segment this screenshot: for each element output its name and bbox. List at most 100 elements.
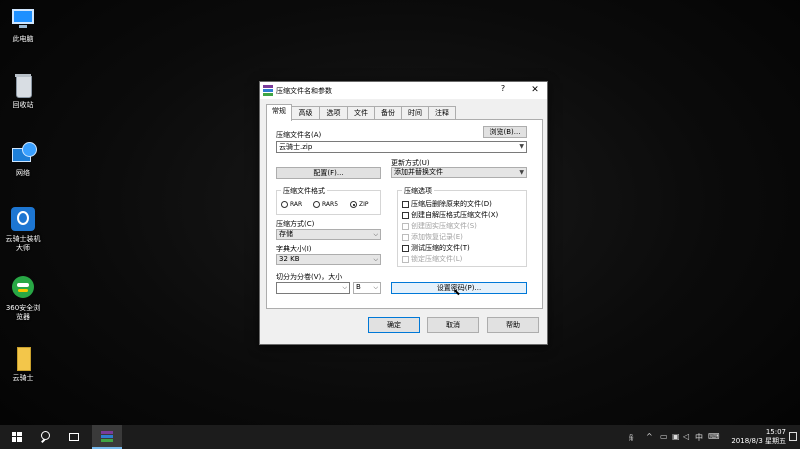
recycle-bin-icon xyxy=(10,72,36,98)
radio-label: RAR5 xyxy=(322,201,339,208)
computer-icon xyxy=(10,6,36,32)
desktop-icon-yunqishi-folder[interactable]: 云骑士 xyxy=(0,345,46,383)
option-label: 创建自解压格式压缩文件(X) xyxy=(411,211,499,219)
option-lock-archive: 锁定压缩文件(L) xyxy=(402,254,462,264)
desktop-icon-label: 回收站 xyxy=(12,101,34,109)
winrar-icon xyxy=(263,85,273,96)
split-volumes-label: 切分为分卷(V)，大小 xyxy=(276,273,343,281)
desktop-icon-recycle-bin[interactable]: 回收站 xyxy=(0,72,46,110)
yunqishi-installer-icon xyxy=(10,206,36,232)
notification-icon[interactable] xyxy=(789,432,797,441)
checkbox-icon xyxy=(402,222,409,230)
tab-backup[interactable]: 备份 xyxy=(374,106,402,120)
dialog-titlebar[interactable]: 压缩文件名和参数 ? ✕ xyxy=(260,82,547,99)
chevron-up-icon[interactable]: ^ xyxy=(646,432,653,441)
action-icon[interactable]: ▭ xyxy=(660,432,668,441)
desktop-icon-yunqishi-installer[interactable]: 云骑士装机大师 xyxy=(0,206,46,253)
option-label: 添加恢复记录(E) xyxy=(411,233,463,241)
desktop-icon-label: 云骑士 xyxy=(12,374,34,382)
chevron-down-icon: ⌵ xyxy=(373,231,378,238)
360-browser-icon xyxy=(10,275,36,301)
option-solid-archive: 创建固实压缩文件(S) xyxy=(402,221,477,231)
option-test-files[interactable]: 测试压缩的文件(T) xyxy=(402,243,470,253)
network-icon xyxy=(10,140,37,166)
tab-advanced[interactable]: 高级 xyxy=(291,106,320,120)
task-view-icon xyxy=(69,433,79,441)
tab-options[interactable]: 选项 xyxy=(319,106,348,120)
option-recovery-record: 添加恢复记录(E) xyxy=(402,232,463,242)
task-view-button[interactable] xyxy=(62,425,86,449)
radio-label: ZIP xyxy=(359,201,369,208)
chevron-down-icon: ⌵ xyxy=(342,284,347,291)
checkbox-icon xyxy=(402,244,409,252)
clock[interactable]: 15:07 2018/8/3 星期五 xyxy=(731,428,786,446)
dialog-title: 压缩文件名和参数 xyxy=(276,87,332,95)
compression-method-value: 存储 xyxy=(279,230,293,238)
split-unit-select[interactable]: B ⌵ xyxy=(353,282,381,294)
update-mode-select[interactable]: 添加并替换文件 ▼ xyxy=(391,167,527,178)
taskbar-app-winrar[interactable] xyxy=(92,425,122,449)
desktop-icon-label: 网络 xyxy=(16,169,30,177)
checkbox-icon xyxy=(402,233,409,241)
archive-format-group: 压缩文件格式 RAR RAR5 ZIP xyxy=(276,186,381,215)
option-label: 锁定压缩文件(L) xyxy=(411,255,463,263)
option-label: 创建固实压缩文件(S) xyxy=(411,222,477,230)
radio-icon xyxy=(281,201,288,208)
input-method-icon[interactable]: ⌨ xyxy=(708,432,720,441)
volume-icon[interactable]: ◁ xyxy=(683,432,689,441)
archive-name-input[interactable]: 云骑士.zip ▼ xyxy=(276,141,527,153)
help-title-button[interactable]: ? xyxy=(496,84,510,97)
desktop-icon-this-pc[interactable]: 此电脑 xyxy=(0,6,46,44)
cancel-button[interactable]: 取消 xyxy=(427,317,479,333)
chevron-down-icon: ⌵ xyxy=(373,284,378,291)
update-mode-value: 添加并替换文件 xyxy=(394,168,443,176)
option-delete-after[interactable]: 压缩后删除原来的文件(D) xyxy=(402,199,492,209)
split-unit-value: B xyxy=(356,283,361,291)
help-button[interactable]: 帮助 xyxy=(487,317,539,333)
ok-button[interactable]: 确定 xyxy=(368,317,420,333)
windows-logo-icon xyxy=(12,432,22,442)
tab-time[interactable]: 时间 xyxy=(401,106,429,120)
ime-indicator[interactable]: 中 xyxy=(695,432,703,443)
general-tab-panel: 压缩文件名(A) 浏览(B)... 云骑士.zip ▼ 配置(F)... 更新方… xyxy=(266,119,543,309)
split-size-input[interactable]: ⌵ xyxy=(276,282,350,294)
dictionary-size-label: 字典大小(I) xyxy=(276,245,312,253)
start-button[interactable] xyxy=(0,425,34,449)
checkbox-icon xyxy=(402,255,409,263)
tab-files[interactable]: 文件 xyxy=(347,106,375,120)
compression-method-select[interactable]: 存储 ⌵ xyxy=(276,229,381,240)
archive-options-label: 压缩选项 xyxy=(402,186,434,196)
close-button[interactable]: ✕ xyxy=(526,83,544,98)
chevron-down-icon[interactable]: ▼ xyxy=(519,142,524,152)
mouse-cursor: ⬉ xyxy=(453,288,461,298)
option-create-sfx[interactable]: 创建自解压格式压缩文件(X) xyxy=(402,210,498,220)
clock-time: 15:07 xyxy=(765,428,786,436)
radio-icon xyxy=(313,201,320,208)
format-radio-zip[interactable]: ZIP xyxy=(350,201,369,208)
compression-method-label: 压缩方式(C) xyxy=(276,220,315,228)
desktop-icon-label: 此电脑 xyxy=(12,35,34,43)
radio-selected-icon xyxy=(350,201,357,208)
clock-date: 2018/8/3 星期五 xyxy=(731,437,786,445)
network-tray-icon[interactable]: ▣ xyxy=(672,432,680,441)
option-label: 压缩后删除原来的文件(D) xyxy=(411,200,492,208)
search-button[interactable] xyxy=(34,425,58,449)
archive-options-group: 压缩选项 压缩后删除原来的文件(D) 创建自解压格式压缩文件(X) 创建固实压缩… xyxy=(397,186,527,267)
archive-name-parameters-dialog: 压缩文件名和参数 ? ✕ 常规 高级 选项 文件 备份 时间 注释 压缩文件名(… xyxy=(259,81,548,345)
taskbar: ꆜ ^ ▭ ▣ ◁ 中 ⌨ 15:07 2018/8/3 星期五 xyxy=(0,425,800,449)
chevron-down-icon: ⌵ xyxy=(373,256,378,263)
person-icon[interactable]: ꆜ xyxy=(628,432,634,443)
checkbox-icon xyxy=(402,211,409,219)
desktop-icon-360-browser[interactable]: 360安全浏览器 xyxy=(0,275,46,322)
profiles-button[interactable]: 配置(F)... xyxy=(276,167,381,179)
desktop-icon-network[interactable]: 网络 xyxy=(0,140,46,178)
archive-name-label: 压缩文件名(A) xyxy=(276,131,322,139)
chevron-down-icon: ▼ xyxy=(519,169,524,176)
option-label: 测试压缩的文件(T) xyxy=(411,244,470,252)
browse-button[interactable]: 浏览(B)... xyxy=(483,126,527,138)
tab-general[interactable]: 常规 xyxy=(266,104,292,121)
dictionary-size-select[interactable]: 32 KB ⌵ xyxy=(276,254,381,265)
format-radio-rar5[interactable]: RAR5 xyxy=(313,201,338,208)
format-radio-rar[interactable]: RAR xyxy=(281,201,302,208)
tab-comment[interactable]: 注释 xyxy=(428,106,456,120)
